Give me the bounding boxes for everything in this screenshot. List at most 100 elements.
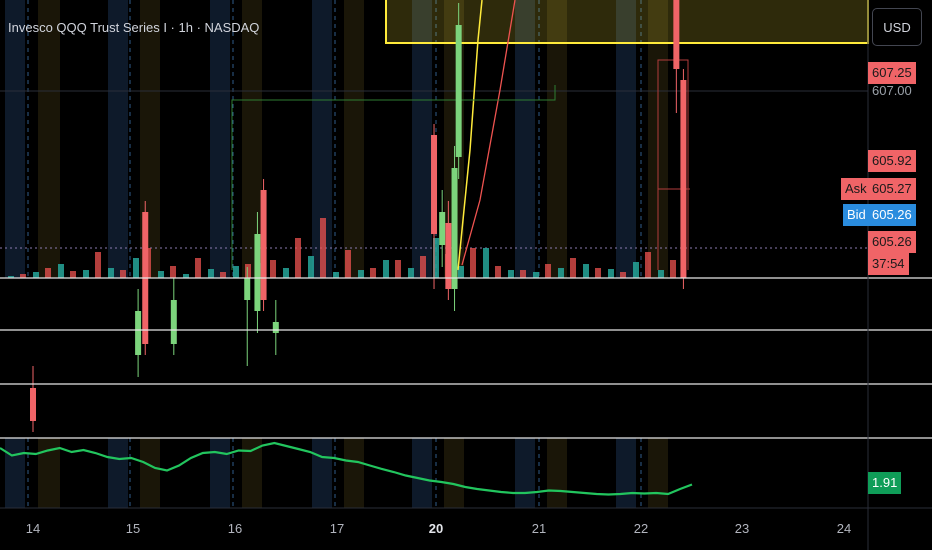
level-box-green — [231, 85, 556, 270]
volume-bar-up — [208, 269, 214, 278]
candle-body — [439, 212, 446, 245]
currency-selector[interactable]: USD — [872, 8, 922, 46]
x-tick-22: 22 — [633, 521, 649, 536]
volume-bar-down — [595, 268, 601, 278]
volume-bar-up — [358, 270, 364, 278]
session-band — [210, 438, 230, 508]
x-tick-24: 24 — [836, 521, 852, 536]
volume-bar-down — [95, 252, 101, 278]
volume-bar-up — [633, 262, 639, 278]
last-price-label: 605.26 — [868, 231, 916, 253]
volume-bar-down — [420, 256, 426, 278]
volume-bar-down — [645, 252, 651, 278]
volume-bar-up — [408, 268, 414, 278]
session-band — [108, 438, 128, 508]
session-band — [242, 438, 262, 508]
volume-bar-down — [670, 260, 676, 278]
volume-bar-down — [370, 268, 376, 278]
candle-body — [451, 168, 458, 289]
volume-bar-down — [470, 248, 476, 278]
session-band — [515, 438, 535, 508]
volume-bar-up — [608, 269, 614, 278]
volume-bar-up — [383, 260, 389, 278]
x-tick-15: 15 — [125, 521, 141, 536]
indicator-value-label: 1.91 — [868, 472, 902, 494]
volume-bar-up — [658, 270, 664, 278]
volume-bar-up — [483, 248, 489, 278]
volume-bar-up — [583, 264, 589, 278]
volume-bar-up — [158, 271, 164, 278]
candle-body — [673, 0, 680, 69]
volume-bar-down — [320, 218, 326, 278]
session-band — [547, 438, 567, 508]
x-tick-20: 20 — [428, 521, 444, 536]
volume-bar-up — [558, 268, 564, 278]
volume-bar-up — [83, 270, 89, 278]
candle-body — [260, 190, 267, 300]
volume-bar-down — [195, 258, 201, 278]
volume-bar-down — [345, 250, 351, 278]
volume-bar-down — [570, 258, 576, 278]
x-tick-17: 17 — [329, 521, 345, 536]
volume-bar-down — [495, 266, 501, 278]
x-tick-23: 23 — [734, 521, 750, 536]
candle-body — [244, 278, 251, 300]
volume-bar-up — [133, 258, 139, 278]
session-band — [344, 438, 364, 508]
candle-body — [254, 234, 261, 311]
candle-body — [431, 135, 438, 234]
volume-bar-down — [620, 272, 626, 278]
session-band — [38, 0, 60, 278]
session-band — [5, 438, 25, 508]
session-band — [412, 438, 432, 508]
x-tick-14: 14 — [25, 521, 41, 536]
candle-body — [135, 311, 142, 355]
candle-body — [30, 388, 36, 421]
volume-bar-down — [45, 268, 51, 278]
price-label-level: 605.92 — [868, 150, 916, 172]
x-tick-21: 21 — [531, 521, 547, 536]
session-band — [312, 438, 332, 508]
volume-bar-up — [308, 256, 314, 278]
volume-bar-up — [233, 266, 239, 278]
ask-tag: Ask — [841, 178, 871, 200]
volume-bar-up — [283, 268, 289, 278]
volume-bar-down — [120, 270, 126, 278]
price-label-gridline: 607.00 — [872, 83, 912, 98]
ask-price-label: 605.27 — [868, 178, 916, 200]
volume-bar-down — [520, 270, 526, 278]
volume-bar-down — [545, 264, 551, 278]
volume-bar-down — [295, 238, 301, 278]
session-bands — [5, 0, 668, 508]
pane-dividers — [0, 0, 932, 550]
candle-body — [272, 322, 279, 333]
volume-bar-up — [333, 272, 339, 278]
volume-bar-down — [270, 260, 276, 278]
session-band — [648, 438, 668, 508]
candle-body — [170, 300, 177, 344]
volume-bar-down — [70, 271, 76, 278]
volume-bar-up — [108, 268, 114, 278]
x-tick-16: 16 — [227, 521, 243, 536]
volume-bar-down — [395, 260, 401, 278]
volume-bar-up — [533, 272, 539, 278]
volume-bar-up — [33, 272, 39, 278]
bar-countdown-label: 37:54 — [868, 253, 909, 275]
session-band — [616, 438, 636, 508]
symbol-title[interactable]: Invesco QQQ Trust Series I · 1h · NASDAQ — [8, 20, 259, 35]
bid-price-label: 605.26 — [868, 204, 916, 226]
chart-canvas[interactable] — [0, 0, 932, 550]
candle-body — [445, 223, 452, 289]
session-band — [108, 0, 128, 278]
session-band — [5, 0, 25, 278]
volume-bar-down — [245, 264, 251, 278]
candle-body — [455, 25, 462, 157]
session-band — [444, 438, 464, 508]
session-band — [210, 0, 230, 278]
bid-tag: Bid — [843, 204, 870, 226]
volume-bar-up — [508, 270, 514, 278]
candle-body — [680, 80, 687, 278]
volume-bar-down — [220, 272, 226, 278]
volume-bar-down — [170, 266, 176, 278]
session-band — [344, 0, 364, 278]
